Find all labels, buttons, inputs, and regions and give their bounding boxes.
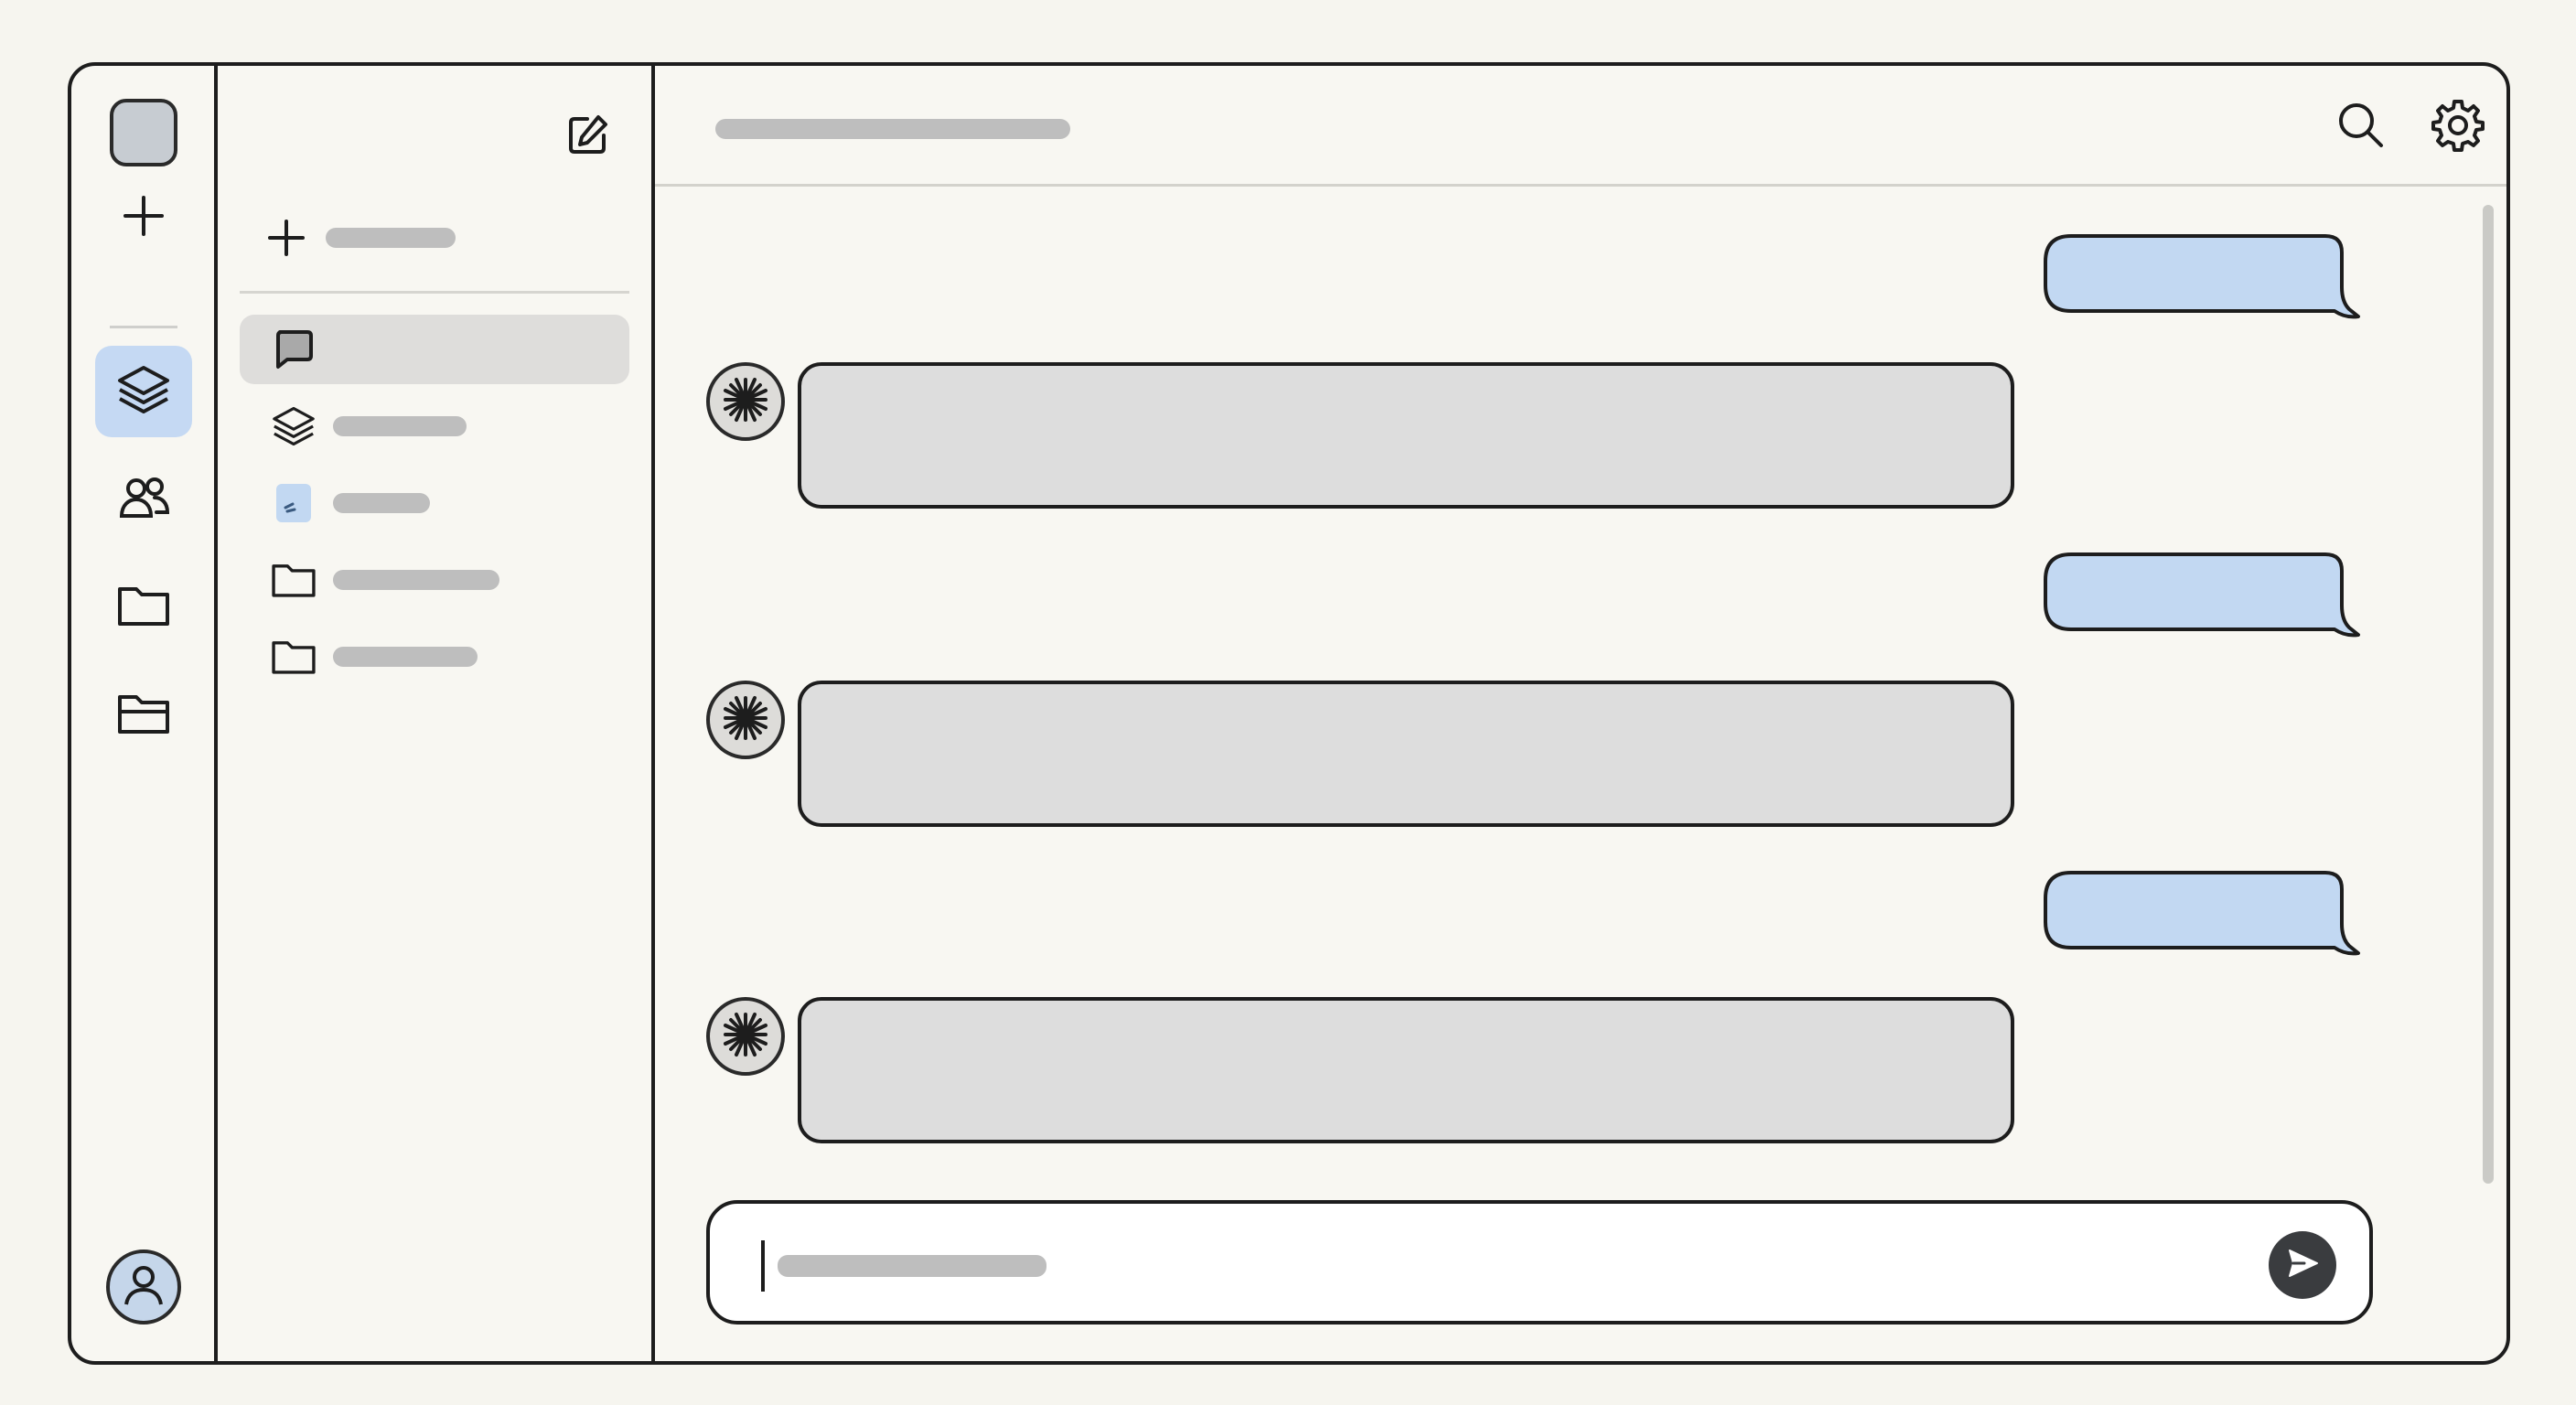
asterisk-burst-icon xyxy=(720,692,771,748)
plus-icon xyxy=(260,211,313,264)
user-message-bubble xyxy=(2044,234,2362,320)
panel-divider xyxy=(240,291,629,294)
search-button[interactable] xyxy=(2329,95,2393,159)
rail-item-folder[interactable] xyxy=(95,562,192,653)
chat-bubble-icon xyxy=(267,323,320,376)
assistant-message-bubble xyxy=(798,362,2014,509)
message-input[interactable] xyxy=(706,1200,2373,1325)
user-avatar[interactable] xyxy=(106,1249,181,1325)
folder-icon xyxy=(114,576,173,639)
app-window xyxy=(68,62,2510,1365)
rail-item-layers[interactable] xyxy=(95,346,192,437)
search-icon xyxy=(2334,98,2388,157)
compose-button[interactable] xyxy=(556,106,618,168)
assistant-avatar xyxy=(706,362,785,441)
asterisk-burst-icon xyxy=(720,1009,771,1065)
list-item[interactable] xyxy=(240,622,629,692)
rail-divider xyxy=(110,326,177,328)
document-icon xyxy=(267,477,320,530)
settings-button[interactable] xyxy=(2426,95,2490,159)
list-item[interactable] xyxy=(240,315,629,384)
rail-item-open-folder[interactable] xyxy=(95,670,192,761)
new-button[interactable] xyxy=(95,172,192,263)
layers-icon xyxy=(267,400,320,453)
new-conversation-row[interactable] xyxy=(260,209,456,267)
chat-header xyxy=(655,66,2506,187)
left-rail xyxy=(71,66,218,1361)
list-item[interactable] xyxy=(240,391,629,461)
chat-scrollbar[interactable] xyxy=(2483,205,2494,1184)
people-icon xyxy=(114,468,173,531)
edit-icon xyxy=(564,112,611,164)
send-arrow-icon xyxy=(2284,1245,2321,1286)
input-placeholder xyxy=(778,1255,1046,1277)
folder-icon xyxy=(267,553,320,606)
assistant-message-bubble xyxy=(798,997,2014,1143)
chat-title-placeholder xyxy=(715,119,1070,139)
list-item-label-placeholder xyxy=(333,416,467,436)
assistant-avatar xyxy=(706,681,785,759)
user-message-bubble xyxy=(2044,552,2362,638)
text-caret xyxy=(761,1240,765,1292)
list-item-label-placeholder xyxy=(333,570,499,590)
new-conversation-label-placeholder xyxy=(326,228,456,248)
chat-area xyxy=(655,66,2506,1361)
folder-open-icon xyxy=(114,684,173,747)
layers-icon xyxy=(114,360,173,424)
conversation-panel xyxy=(218,66,655,1361)
list-item[interactable] xyxy=(240,468,629,538)
list-item[interactable] xyxy=(240,545,629,615)
plus-icon xyxy=(120,192,167,244)
list-item-label-placeholder xyxy=(333,647,478,667)
assistant-message-bubble xyxy=(798,681,2014,827)
user-avatar-icon xyxy=(115,1257,172,1318)
asterisk-burst-icon xyxy=(720,374,771,430)
settings-gear-icon xyxy=(2430,97,2486,158)
list-item-label-placeholder xyxy=(333,493,430,513)
folder-icon xyxy=(267,630,320,683)
send-button[interactable] xyxy=(2269,1231,2336,1299)
app-logo[interactable] xyxy=(110,99,177,166)
user-message-bubble xyxy=(2044,871,2362,957)
assistant-avatar xyxy=(706,997,785,1076)
rail-item-people[interactable] xyxy=(95,454,192,545)
